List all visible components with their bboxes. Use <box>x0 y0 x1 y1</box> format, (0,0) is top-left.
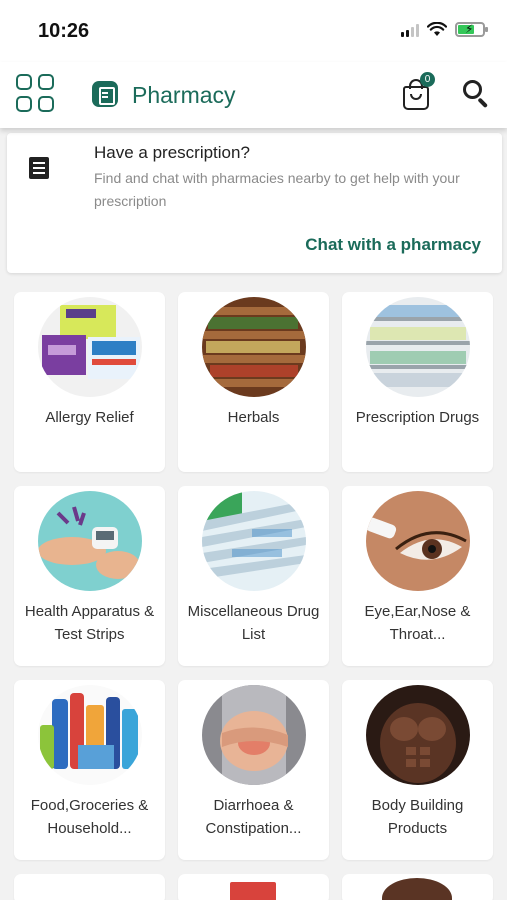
category-diarrhoea-constipation[interactable]: Diarrhoea & Constipation... <box>178 680 329 860</box>
cart-button[interactable]: 0 <box>400 72 435 112</box>
category-label: Diarrhoea & Constipation... <box>205 797 302 837</box>
category-prescription-drugs[interactable]: Prescription Drugs <box>342 292 493 472</box>
battery-icon: ⚡ <box>455 22 488 37</box>
food-groceries-image <box>38 685 142 785</box>
herbals-image <box>202 297 306 397</box>
wifi-icon <box>427 22 447 36</box>
search-icon[interactable] <box>461 78 493 110</box>
category-label: Herbals <box>227 409 280 426</box>
receipt-icon <box>29 157 49 179</box>
health-apparatus-image <box>38 491 142 591</box>
pharmacy-logo-icon <box>92 81 118 107</box>
category-food-groceries-household[interactable]: Food,Groceries & Household... <box>14 680 165 860</box>
category-health-apparatus[interactable]: Health Apparatus & Test Strips <box>14 486 165 666</box>
category-miscellaneous-drug-list[interactable]: Miscellaneous Drug List <box>178 486 329 666</box>
page-title: Pharmacy <box>132 82 236 108</box>
category-label: Food,Groceries & Household... <box>30 797 149 837</box>
cellular-signal-icon <box>401 23 419 37</box>
prescription-title: Have a prescription? <box>94 143 250 162</box>
category-tile-partial[interactable] <box>178 874 329 900</box>
category-allergy-relief[interactable]: Allergy Relief <box>14 292 165 472</box>
status-bar: 10:26 ⚡ <box>0 0 507 62</box>
cart-count-badge: 0 <box>420 72 435 87</box>
status-icons: ⚡ <box>401 22 488 37</box>
app-bar: Pharmacy 0 <box>0 62 507 128</box>
category-label: Health Apparatus & Test Strips <box>24 603 155 643</box>
prescription-card: Have a prescription? Find and chat with … <box>7 133 502 273</box>
category-body-building-products[interactable]: Body Building Products <box>342 680 493 860</box>
status-time: 10:26 <box>38 20 90 42</box>
miscellaneous-drug-image <box>202 491 306 591</box>
category-label: Allergy Relief <box>45 409 134 426</box>
category-tile-partial[interactable] <box>342 874 493 900</box>
category-tile-partial[interactable] <box>14 874 165 900</box>
allergy-relief-image <box>38 297 142 397</box>
diarrhoea-constipation-image <box>202 685 306 785</box>
grid-menu-icon[interactable] <box>16 74 56 114</box>
category-label: Eye,Ear,Nose & Throat... <box>364 603 471 643</box>
category-label: Miscellaneous Drug List <box>187 603 320 643</box>
category-label: Body Building Products <box>371 797 464 837</box>
prescription-drugs-image <box>366 297 470 397</box>
category-eye-ear-nose-throat[interactable]: Eye,Ear,Nose & Throat... <box>342 486 493 666</box>
chat-with-pharmacy-link[interactable]: Chat with a pharmacy <box>305 235 481 255</box>
body-building-image <box>366 685 470 785</box>
category-label: Prescription Drugs <box>355 409 480 426</box>
prescription-description: Find and chat with pharmacies nearby to … <box>94 170 460 209</box>
eye-ear-nose-throat-image <box>366 491 470 591</box>
category-herbals[interactable]: Herbals <box>178 292 329 472</box>
